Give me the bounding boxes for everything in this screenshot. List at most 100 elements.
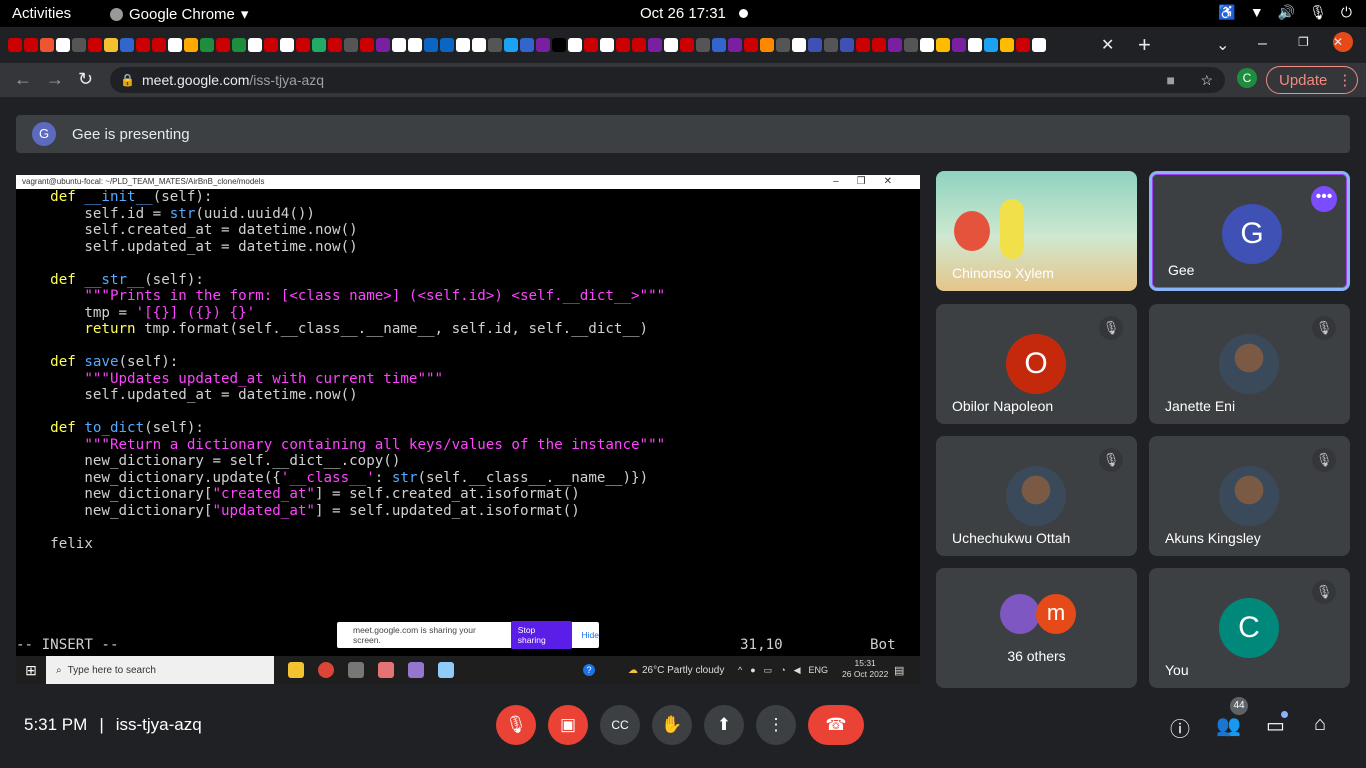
tab-favicon-icon[interactable] — [664, 38, 678, 52]
captions-button[interactable]: CC — [600, 705, 640, 745]
present-button[interactable]: ⬆ — [704, 705, 744, 745]
tab-favicon-icon[interactable] — [312, 38, 326, 52]
participant-tile[interactable]: Chinonso Xylem — [936, 171, 1137, 291]
tab-favicon-icon[interactable] — [568, 38, 582, 52]
tab-favicon-icon[interactable] — [648, 38, 662, 52]
participant-tile[interactable]: m 36 others — [936, 568, 1137, 688]
activities-icon[interactable]: ⌂ — [1314, 713, 1326, 736]
tab-favicon-icon[interactable] — [24, 38, 38, 52]
tab-favicon-icon[interactable] — [120, 38, 134, 52]
tab-favicon-icon[interactable] — [760, 38, 774, 52]
tab-favicon-icon[interactable] — [440, 38, 454, 52]
leave-call-button[interactable]: ☎ — [808, 705, 864, 745]
tab-favicon-icon[interactable] — [792, 38, 806, 52]
tab-favicon-icon[interactable] — [264, 38, 278, 52]
camera-icon[interactable]: ■ — [1167, 72, 1175, 88]
tab-favicon-icon[interactable] — [472, 38, 486, 52]
tab-favicon-icon[interactable] — [680, 38, 694, 52]
participant-tile[interactable]: Uchechukwu Ottah 🎙 — [936, 436, 1137, 556]
tab-favicon-icon[interactable] — [72, 38, 86, 52]
back-icon[interactable]: ← — [14, 69, 32, 90]
tab-favicon-icon[interactable] — [56, 38, 70, 52]
tab-favicon-icon[interactable] — [376, 38, 390, 52]
tab-favicon-icon[interactable] — [968, 38, 982, 52]
notifications-icon[interactable]: ▤ — [894, 664, 904, 677]
tab-favicon-icon[interactable] — [88, 38, 102, 52]
tab-favicon-icon[interactable] — [584, 38, 598, 52]
tab-favicon-icon[interactable] — [248, 38, 262, 52]
camera-off-button[interactable]: ▣ — [548, 705, 588, 745]
accessibility-icon[interactable]: ♿ — [1218, 4, 1235, 21]
participant-tile[interactable]: Akuns Kingsley 🎙 — [1149, 436, 1350, 556]
participant-tile[interactable]: ••• G Gee — [1149, 171, 1350, 291]
tab-favicon-icon[interactable] — [104, 38, 118, 52]
tab-favicon-icon[interactable] — [840, 38, 854, 52]
tab-favicon-icon[interactable] — [536, 38, 550, 52]
reload-icon[interactable]: ↻ — [78, 69, 93, 90]
tab-search-icon[interactable]: ⌄ — [1216, 35, 1229, 55]
stop-sharing-button[interactable]: Stop sharing — [510, 621, 572, 649]
tab-favicon-icon[interactable] — [984, 38, 998, 52]
minimize-icon[interactable]: – — [1258, 35, 1267, 53]
tab-favicon-icon[interactable] — [1032, 38, 1046, 52]
app-icon[interactable] — [348, 662, 364, 678]
taskbar-clock[interactable]: 15:31 26 Oct 2022 — [842, 658, 888, 680]
tab-favicon-icon[interactable] — [328, 38, 342, 52]
weather-widget[interactable]: ☁ 26°C Partly cloudy — [628, 665, 724, 676]
tab-favicon-icon[interactable] — [152, 38, 166, 52]
wifi-icon[interactable]: ▼ — [1250, 4, 1264, 21]
tab-favicon-icon[interactable] — [216, 38, 230, 52]
tab-favicon-icon[interactable] — [744, 38, 758, 52]
people-icon[interactable]: 👥 — [1216, 713, 1241, 738]
tab-favicon-icon[interactable] — [728, 38, 742, 52]
tab-favicon-icon[interactable] — [552, 38, 566, 52]
update-button[interactable]: Update ⋮ — [1266, 66, 1358, 94]
tab-favicon-icon[interactable] — [392, 38, 406, 52]
tab-favicon-icon[interactable] — [952, 38, 966, 52]
tab-favicon-icon[interactable] — [456, 38, 470, 52]
tab-favicon-icon[interactable] — [280, 38, 294, 52]
clock[interactable]: Oct 26 17:31 — [640, 5, 726, 22]
tab-favicon-icon[interactable] — [920, 38, 934, 52]
chrome-icon[interactable] — [318, 662, 334, 678]
app-icon[interactable] — [438, 662, 454, 678]
tab-favicon-icon[interactable] — [424, 38, 438, 52]
hide-button[interactable]: Hide — [582, 630, 599, 640]
taskbar-tray[interactable]: ^ ● ▭ ◔ ◀ ENG — [738, 665, 828, 676]
profile-avatar[interactable]: C — [1237, 68, 1257, 88]
tab-favicon-icon[interactable] — [296, 38, 310, 52]
activities-button[interactable]: Activities — [12, 5, 71, 22]
maximize-icon[interactable]: ❐ — [1298, 35, 1309, 49]
app-icon[interactable] — [408, 662, 424, 678]
mic-icon[interactable]: 🎙 — [1309, 4, 1327, 21]
pinned-tabs[interactable] — [8, 38, 1093, 52]
tab-favicon-icon[interactable] — [600, 38, 614, 52]
new-tab-button[interactable]: + — [1138, 32, 1151, 58]
power-icon[interactable]: ⏻ — [1341, 4, 1352, 21]
tab-favicon-icon[interactable] — [136, 38, 150, 52]
tab-favicon-icon[interactable] — [344, 38, 358, 52]
tab-favicon-icon[interactable] — [8, 38, 22, 52]
bookmark-star-icon[interactable]: ☆ — [1200, 72, 1213, 89]
tab-favicon-icon[interactable] — [712, 38, 726, 52]
volume-icon[interactable]: 🔊 — [1278, 4, 1295, 21]
participant-tile[interactable]: Janette Eni 🎙 — [1149, 304, 1350, 424]
tab-favicon-icon[interactable] — [1016, 38, 1030, 52]
tab-favicon-icon[interactable] — [888, 38, 902, 52]
mic-off-button[interactable]: 🎙 — [496, 705, 536, 745]
tab-favicon-icon[interactable] — [824, 38, 838, 52]
close-window-icon[interactable]: ✕ — [1333, 32, 1353, 52]
tab-favicon-icon[interactable] — [520, 38, 534, 52]
tab-favicon-icon[interactable] — [1000, 38, 1014, 52]
more-options-icon[interactable]: ••• — [1311, 186, 1337, 212]
app-icon[interactable] — [378, 662, 394, 678]
close-tab-icon[interactable]: ✕ — [1101, 35, 1114, 55]
participant-tile[interactable]: O Obilor Napoleon 🎙 — [936, 304, 1137, 424]
tab-favicon-icon[interactable] — [504, 38, 518, 52]
tab-favicon-icon[interactable] — [936, 38, 950, 52]
url-field[interactable]: 🔒 meet.google.com/iss-tjya-azq ■ ☆ — [110, 67, 1225, 93]
info-icon[interactable]: ⓘ — [1170, 713, 1190, 742]
tab-favicon-icon[interactable] — [184, 38, 198, 52]
tab-favicon-icon[interactable] — [632, 38, 646, 52]
more-options-button[interactable]: ⋮ — [756, 705, 796, 745]
